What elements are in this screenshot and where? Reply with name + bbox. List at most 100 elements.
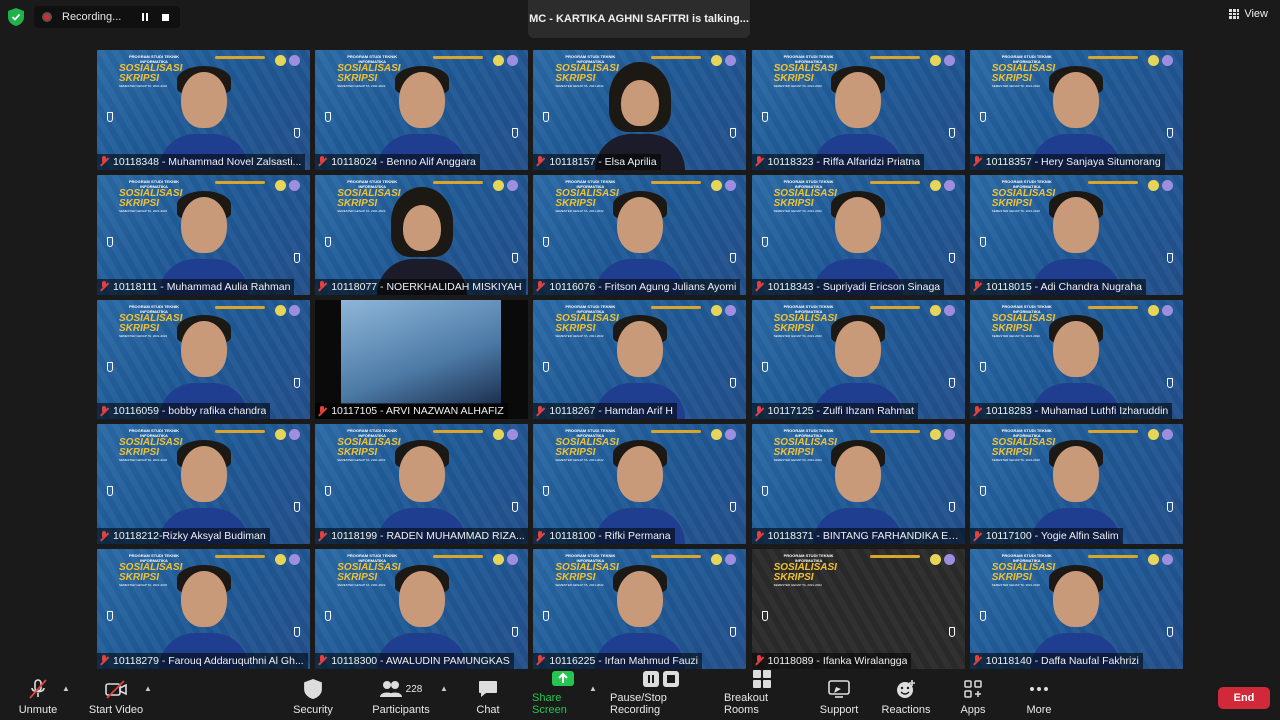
share-screen-button[interactable]: Share Screen [532,671,594,720]
banner-stripe [1087,430,1138,434]
participant-tile[interactable]: PROGRAM STUDI TEKNIK INFORMATIKA SOSIALIS… [315,549,529,669]
participants-button[interactable]: 228 Participants [372,672,430,720]
participant-name-label: 10118199 - RADEN MUHAMMAD RIZA... [315,528,529,545]
banner-stripe [651,305,702,309]
mic-muted-icon [754,530,764,542]
banner-stripe [215,305,265,309]
participant-name-label: 10118371 - BINTANG FARHANDIKA EDI... [751,528,965,545]
view-button[interactable]: View [1229,8,1268,20]
apps-label: Apps [960,704,986,716]
unmute-label: Unmute [18,704,58,716]
participant-tile[interactable]: PROGRAM STUDI TEKNIK INFORMATIKA SOSIALIS… [533,50,747,170]
unmute-button[interactable]: Unmute [18,672,58,720]
participant-tile[interactable]: PROGRAM STUDI TEKNIK INFORMATIKA SOSIALIS… [969,174,1183,295]
banner-stripe [433,555,484,559]
decor-icon [543,236,550,247]
chat-icon [478,678,498,700]
participant-tile[interactable]: PROGRAM STUDI TEKNIK INFORMATIKA SOSIALIS… [533,299,747,420]
reactions-button[interactable]: Reactions [882,672,930,720]
banner-stripe [869,180,920,184]
participant-name-label: 10118283 - Muhamad Luthfi Izharuddin [969,403,1173,420]
participant-name-label: 10118100 - Rifki Permana [533,528,675,545]
participant-name-label: 10118077 - NOERKHALIDAH MISKIYAH [315,278,526,295]
decor-icon [107,236,113,247]
participant-tile[interactable]: PROGRAM STUDI TEKNIK INFORMATIKA SOSIALIS… [97,174,310,295]
decor-icon [543,112,550,122]
banner-stripe [869,430,920,434]
participant-tile[interactable]: PROGRAM STUDI TEKNIK INFORMATIKA SOSIALIS… [315,174,529,295]
decor-icon [730,128,737,138]
decor-icon [294,502,300,513]
decor-icon [730,377,737,388]
participant-tile[interactable]: PROGRAM STUDI TEKNIK INFORMATIKA SOSIALIS… [533,549,747,669]
banner-stripe [1087,180,1138,184]
audio-options-chevron-icon[interactable]: ▲ [62,684,70,693]
banner-stripe [215,430,265,434]
participant-tile[interactable]: PROGRAM STUDI TEKNIK INFORMATIKA SOSIALIS… [97,549,310,669]
participant-name: 10118323 - Riffa Alfaridzi Priatna [767,155,921,168]
support-screen-icon [828,678,850,700]
participant-tile[interactable]: PROGRAM STUDI TEKNIK INFORMATIKA SOSIALIS… [751,424,965,545]
decor-icon [512,627,519,638]
participant-tile[interactable]: PROGRAM STUDI TEKNIK INFORMATIKA SOSIALIS… [751,50,965,170]
participant-tile[interactable]: PROGRAM STUDI TEKNIK INFORMATIKA SOSIALIS… [97,50,310,170]
end-meeting-button[interactable]: End [1218,687,1270,709]
participant-tile[interactable]: PROGRAM STUDI TEKNIK INFORMATIKA SOSIALIS… [969,424,1183,545]
participant-tile[interactable]: PROGRAM STUDI TEKNIK INFORMATIKA SOSIALIS… [969,299,1183,420]
banner-stripe [1087,56,1138,59]
decor-icon [761,361,768,372]
participant-name: 10118279 - Farouq Addaruquthni Al Gh... [113,654,304,667]
video-options-chevron-icon[interactable]: ▲ [144,684,152,693]
decor-icon [294,252,300,263]
banner-stripe [869,305,920,309]
pause-stop-recording-button[interactable]: Pause/Stop Recording [610,671,712,720]
participant-tile[interactable]: 10117105 - ARVI NAZWAN ALHAFIZ [315,299,529,420]
mic-muted-icon [972,655,982,666]
participant-tile[interactable]: PROGRAM STUDI TEKNIK INFORMATIKA SOSIALIS… [533,174,747,295]
participant-tile[interactable]: PROGRAM STUDI TEKNIK INFORMATIKA SOSIALIS… [533,424,747,545]
university-logo-icon [929,554,941,566]
chat-button[interactable]: Chat [474,672,502,720]
participant-tile[interactable]: PROGRAM STUDI TEKNIK INFORMATIKA SOSIALIS… [315,424,529,545]
participants-count: 228 [405,683,423,695]
participant-name: 10118024 - Benno Alif Anggara [331,155,476,168]
banner-stripe [433,180,484,184]
more-button[interactable]: More [1024,672,1054,720]
participants-options-chevron-icon[interactable]: ▲ [440,684,448,693]
participant-tile[interactable]: PROGRAM STUDI TEKNIK INFORMATIKA SOSIALIS… [751,174,965,295]
recording-indicator: Recording... [34,6,180,28]
participant-name: 10118157 - Elsa Aprilia [549,155,657,168]
support-button[interactable]: Support [818,672,860,720]
video-feed [341,299,502,404]
decor-icon [1166,128,1173,138]
participant-name: 10118100 - Rifki Permana [549,530,671,543]
participant-name: 10116076 - Fritson Agung Julians Ayomi [549,280,737,293]
banner-stripe [651,180,702,184]
participant-name-label: 10118279 - Farouq Addaruquthni Al Gh... [97,652,308,669]
participant-tile[interactable]: PROGRAM STUDI TEKNIK INFORMATIKA SOSIALIS… [97,424,310,545]
breakout-rooms-button[interactable]: Breakout Rooms [724,670,800,720]
participant-name-label: 10118300 - AWALUDIN PAMUNGKAS [315,652,514,669]
muted-mic-icon [27,678,49,700]
participant-name-label: 10117125 - Zulfi Ihzam Rahmat [751,403,918,420]
decor-icon [1166,377,1173,388]
participant-tile[interactable]: PROGRAM STUDI TEKNIK INFORMATIKA SOSIALIS… [97,299,310,420]
pause-recording-button[interactable] [138,10,152,24]
participant-name-label: 10118140 - Daffa Naufal Fakhrizi [969,652,1143,669]
participant-tile[interactable]: PROGRAM STUDI TEKNIK INFORMATIKA SOSIALIS… [969,50,1183,170]
start-video-button[interactable]: Start Video [88,672,144,720]
security-button[interactable]: Security [290,672,336,720]
participant-name: 10117100 - Yogie Alfin Salim [985,530,1119,543]
participant-tile[interactable]: PROGRAM STUDI TEKNIK INFORMATIKA SOSIALIS… [751,299,965,420]
mic-muted-icon [317,530,327,542]
participant-tile[interactable]: PROGRAM STUDI TEKNIK INFORMATIKA SOSIALIS… [315,50,529,170]
shield-icon [304,678,322,700]
participant-tile[interactable]: PROGRAM STUDI TEKNIK INFORMATIKA SOSIALIS… [969,549,1183,669]
mic-muted-icon [754,156,764,167]
participant-name: 10117105 - ARVI NAZWAN ALHAFIZ [331,405,504,418]
share-options-chevron-icon[interactable]: ▲ [589,684,597,693]
stop-recording-button[interactable] [158,10,172,24]
participant-tile[interactable]: PROGRAM STUDI TEKNIK INFORMATIKA SOSIALIS… [751,549,965,669]
decor-icon [761,236,768,247]
apps-button[interactable]: Apps [958,672,988,720]
